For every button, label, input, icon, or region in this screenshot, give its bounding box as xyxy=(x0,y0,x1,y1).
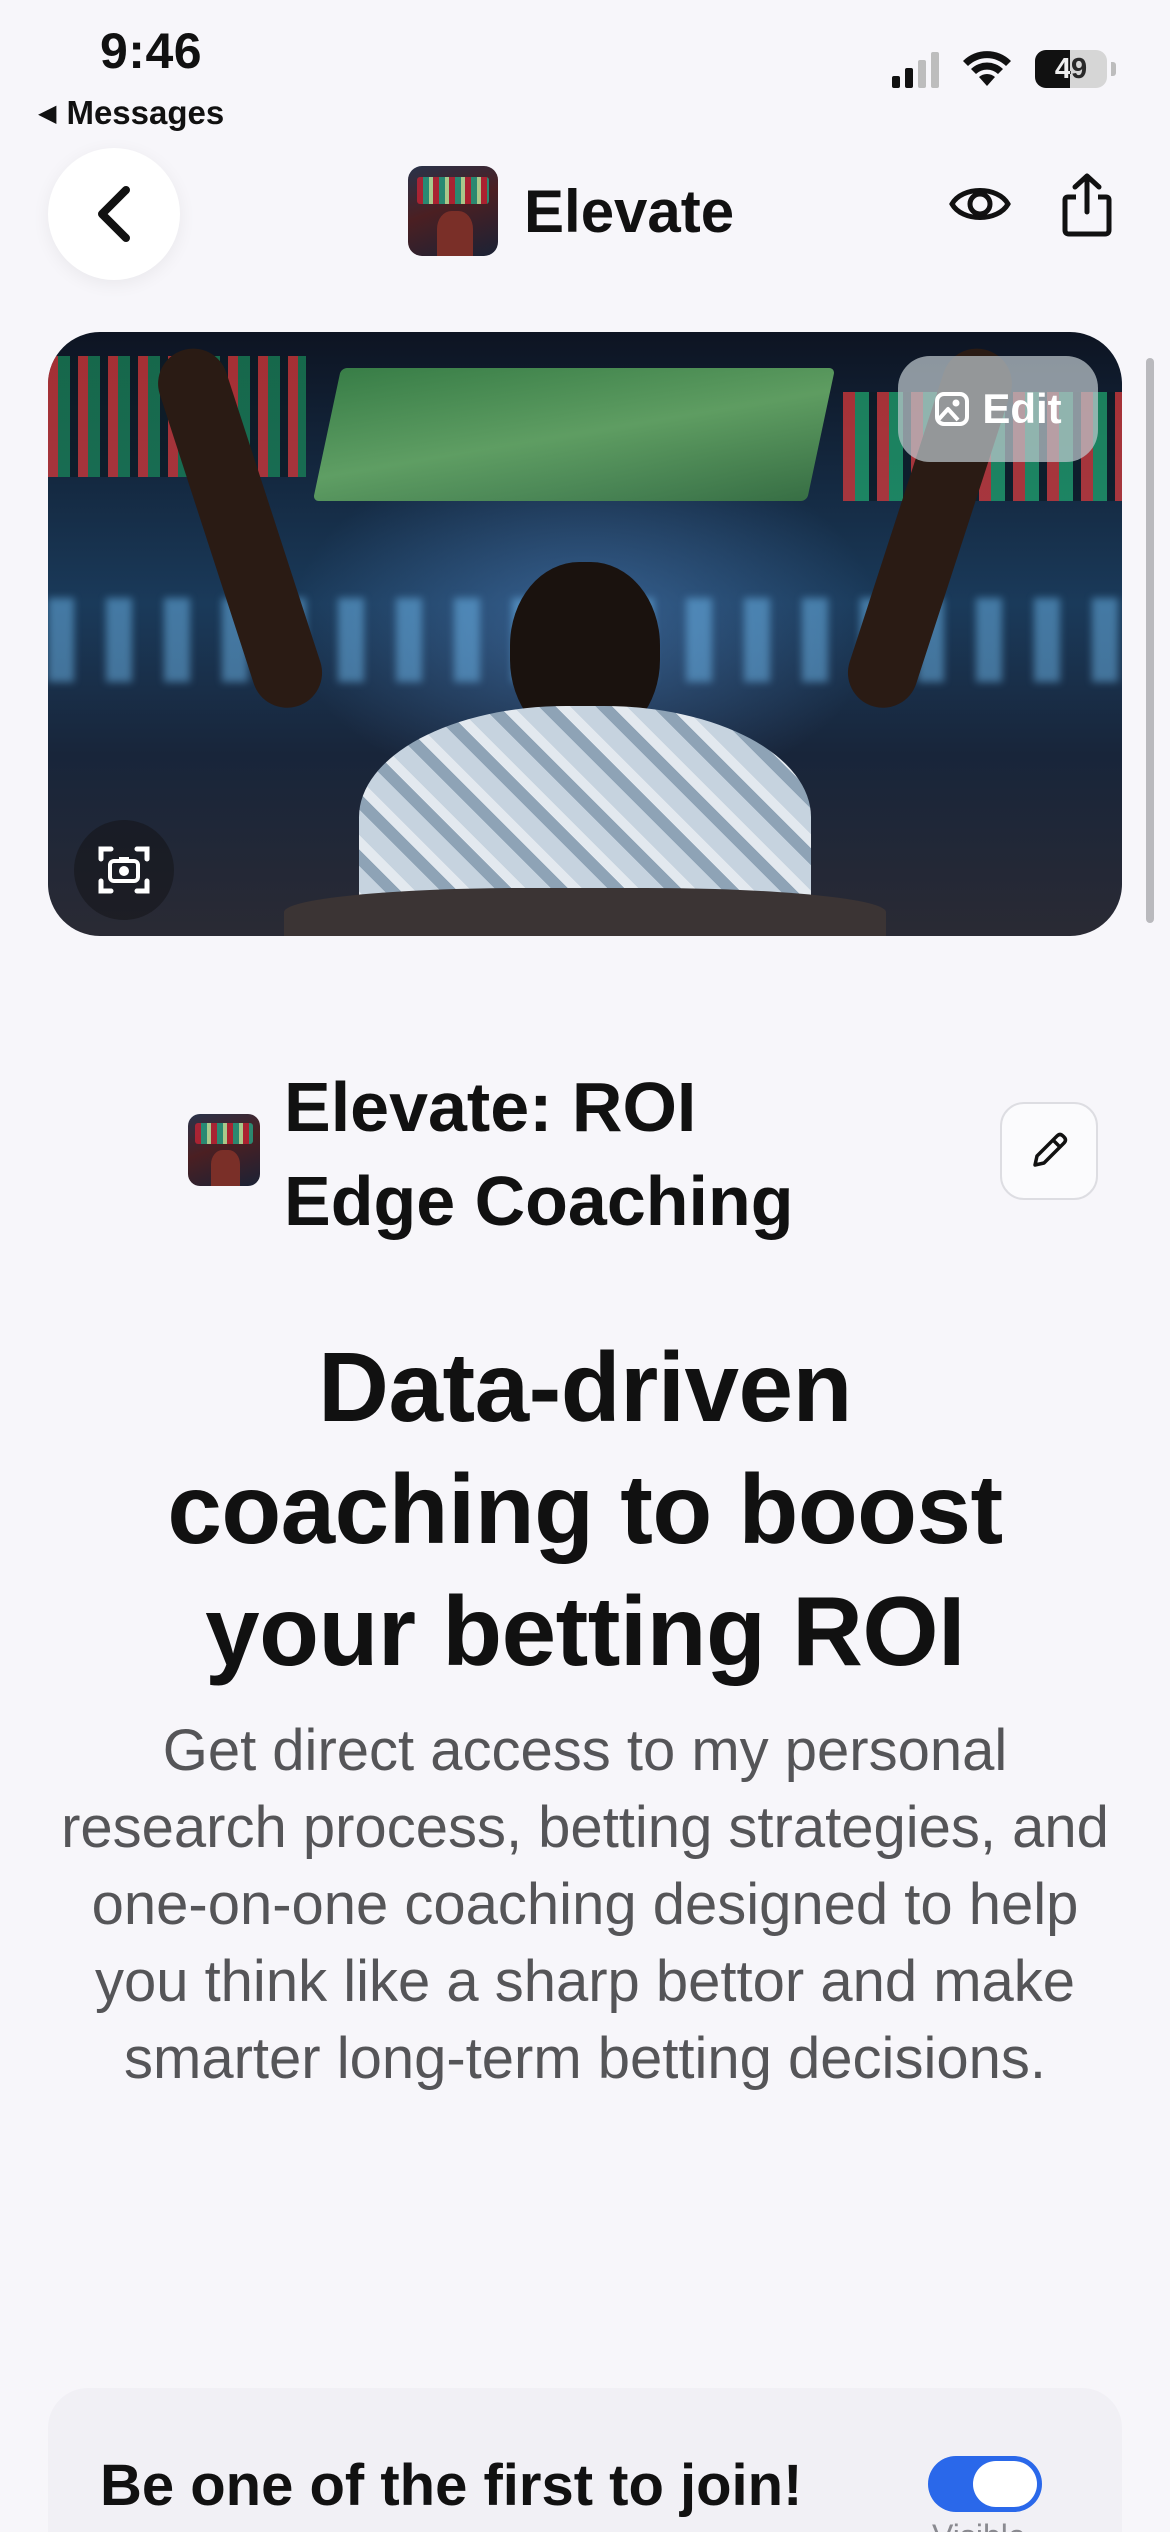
back-button[interactable] xyxy=(48,148,180,280)
product-title: Elevate: ROI Edge Coaching xyxy=(284,1060,904,1248)
chevron-left-icon xyxy=(98,186,130,242)
edit-title-button[interactable] xyxy=(1000,1102,1098,1200)
hero-image: Edit xyxy=(48,332,1122,936)
status-indicators: 49 xyxy=(892,50,1116,88)
product-icon xyxy=(188,1114,260,1186)
visibility-label: Visible xyxy=(932,2518,1026,2532)
join-card: Be one of the first to join! Visible xyxy=(48,2388,1122,2532)
eye-icon xyxy=(949,188,1011,220)
headline: Data-driven coaching to boost your betti… xyxy=(60,1326,1110,1692)
edit-label: Edit xyxy=(982,385,1062,432)
scrollbar[interactable] xyxy=(1146,358,1154,923)
share-button[interactable] xyxy=(1060,172,1114,243)
battery-level: 49 xyxy=(1054,52,1088,85)
description-text: Get direct access to my personal researc… xyxy=(61,1718,1109,2091)
battery-icon: 49 xyxy=(1035,50,1107,88)
back-to-app-link[interactable]: ◀ Messages xyxy=(38,94,224,132)
share-icon xyxy=(1062,173,1112,237)
app-thumbnail xyxy=(408,166,498,256)
headline-line-1: Data-driven xyxy=(318,1332,852,1442)
product-title-line-1: Elevate: ROI xyxy=(284,1068,697,1146)
join-title: Be one of the first to join! xyxy=(100,2453,803,2518)
edit-cover-button[interactable]: Edit xyxy=(898,356,1098,462)
back-app-label: Messages xyxy=(66,94,225,131)
cellular-signal-icon xyxy=(892,50,939,88)
headline-line-3: your betting ROI xyxy=(205,1576,965,1686)
visibility-toggle[interactable] xyxy=(928,2456,1042,2512)
pencil-icon xyxy=(1033,1132,1068,1167)
nav-title-group: Elevate xyxy=(408,166,734,256)
camera-scan-icon xyxy=(98,846,150,894)
product-title-line-2: Edge Coaching xyxy=(284,1162,794,1240)
page-title: Elevate xyxy=(524,177,735,245)
back-triangle-icon: ◀ xyxy=(38,99,57,127)
wifi-icon xyxy=(963,51,1011,86)
visual-lookup-button[interactable] xyxy=(74,820,174,920)
image-icon xyxy=(935,392,970,426)
headline-line-2: coaching to boost xyxy=(167,1454,1003,1564)
status-time: 9:46 xyxy=(100,23,203,79)
preview-button[interactable] xyxy=(948,178,1012,235)
